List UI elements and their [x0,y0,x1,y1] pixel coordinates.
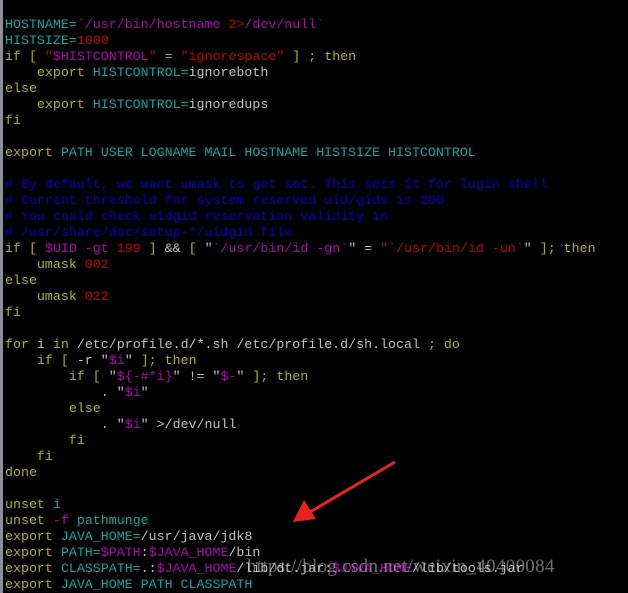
annotation-arrow-icon [293,460,396,522]
watermark: https://blog.csdn.net/weixin_40400084 [247,556,555,577]
